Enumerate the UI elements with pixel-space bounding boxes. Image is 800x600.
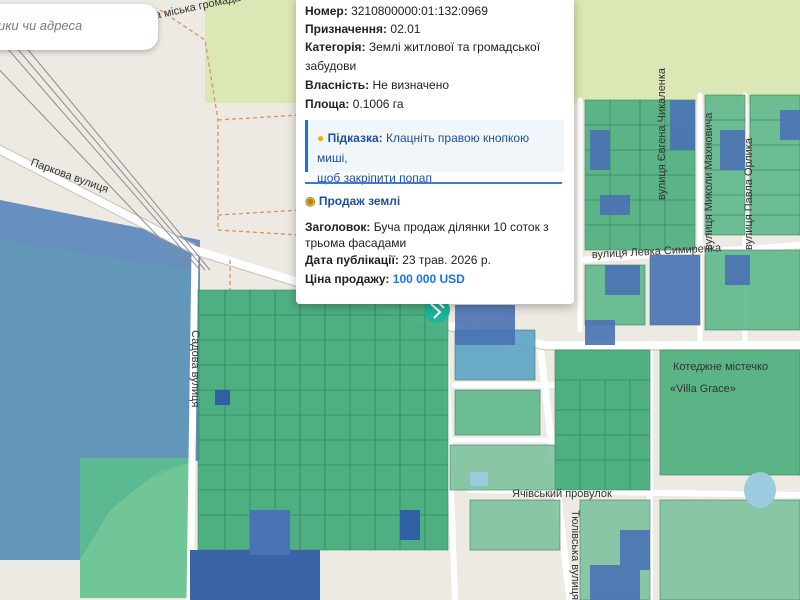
street-label-tiulivska: Тюлівська вулиця <box>569 510 581 600</box>
street-label-makhnovycha: вулиця Миколи Махновича <box>703 112 715 250</box>
date-label: Дата публікації: <box>305 253 399 267</box>
price-value: 100 000 USD <box>392 272 465 286</box>
search-box[interactable] <box>0 4 158 50</box>
street-label-chykalenka: вулиця Євгена Чикаленка <box>656 67 668 200</box>
money-bag-icon: ◉ <box>305 194 316 208</box>
street-label-yachivskyi: Ячівський провулок <box>512 488 612 500</box>
hint-box: ● Підказка: Клацніть правою кнопкою миші… <box>305 120 564 185</box>
street-label-orlyka: вулиця Павла Орлика <box>743 137 755 250</box>
ownership-value: Не визначено <box>372 78 450 92</box>
sale-section-title: ◉ Продаж землі <box>305 194 400 208</box>
meadow-area <box>80 458 190 598</box>
area-value: 0.1006 га <box>352 97 404 111</box>
parcel-highlight-blue-3[interactable] <box>400 510 420 540</box>
category-value-line2: забудови <box>305 59 357 73</box>
parcel-highlight-blue-4[interactable] <box>215 390 230 405</box>
heading-line2: трьома фасадами <box>305 236 407 250</box>
pond-small <box>470 472 488 486</box>
category-label: Категорія: <box>305 40 366 54</box>
parcel-info-popup[interactable]: Номер: 3210800000:01:132:0969 Призначенн… <box>296 0 574 304</box>
ownership-label: Власність: <box>305 78 370 92</box>
parcel-highlight-blue[interactable] <box>190 550 320 600</box>
poi-subtitle-label: «Villa Grace» <box>670 383 736 395</box>
poi-name-label: Котеджне містечко <box>673 361 768 373</box>
purpose-label: Призначення: <box>305 22 388 36</box>
area-row: Площа: 0.1006 га <box>305 95 564 113</box>
purpose-value: 02.01 <box>390 22 421 36</box>
category-row-2: забудови <box>305 57 564 75</box>
purpose-row: Призначення: 02.01 <box>305 20 564 38</box>
pond <box>744 472 776 508</box>
price-row: Ціна продажу: 100 000 USD <box>305 270 564 288</box>
street-label-sadova: Садова вулиця <box>189 330 201 407</box>
heading-line1: Буча продаж ділянки 10 соток з <box>373 220 549 234</box>
hint-title: Підказка: <box>327 131 383 145</box>
category-value-line1: Землі житлової та громадської <box>368 40 541 54</box>
date-value: 23 трав. 2026 р. <box>402 253 491 267</box>
lightbulb-icon: ● <box>317 131 325 145</box>
parcel-highlight-blue-2[interactable] <box>250 510 290 555</box>
search-input[interactable] <box>0 18 148 33</box>
heading-label: Заголовок: <box>305 220 371 234</box>
price-label: Ціна продажу: <box>305 272 390 286</box>
number-row: Номер: 3210800000:01:132:0969 <box>305 2 564 20</box>
sale-title-text: Продаж землі <box>318 194 401 208</box>
popup-divider <box>305 182 562 184</box>
heading-row-2: трьома фасадами <box>305 234 564 252</box>
number-value: 3210800000:01:132:0969 <box>351 4 488 18</box>
category-row: Категорія: Землі житлової та громадської <box>305 38 564 56</box>
area-label: Площа: <box>305 97 350 111</box>
number-label: Номер: <box>305 4 348 18</box>
date-row: Дата публікації: 23 трав. 2026 р. <box>305 251 564 269</box>
ownership-row: Власність: Не визначено <box>305 76 564 94</box>
